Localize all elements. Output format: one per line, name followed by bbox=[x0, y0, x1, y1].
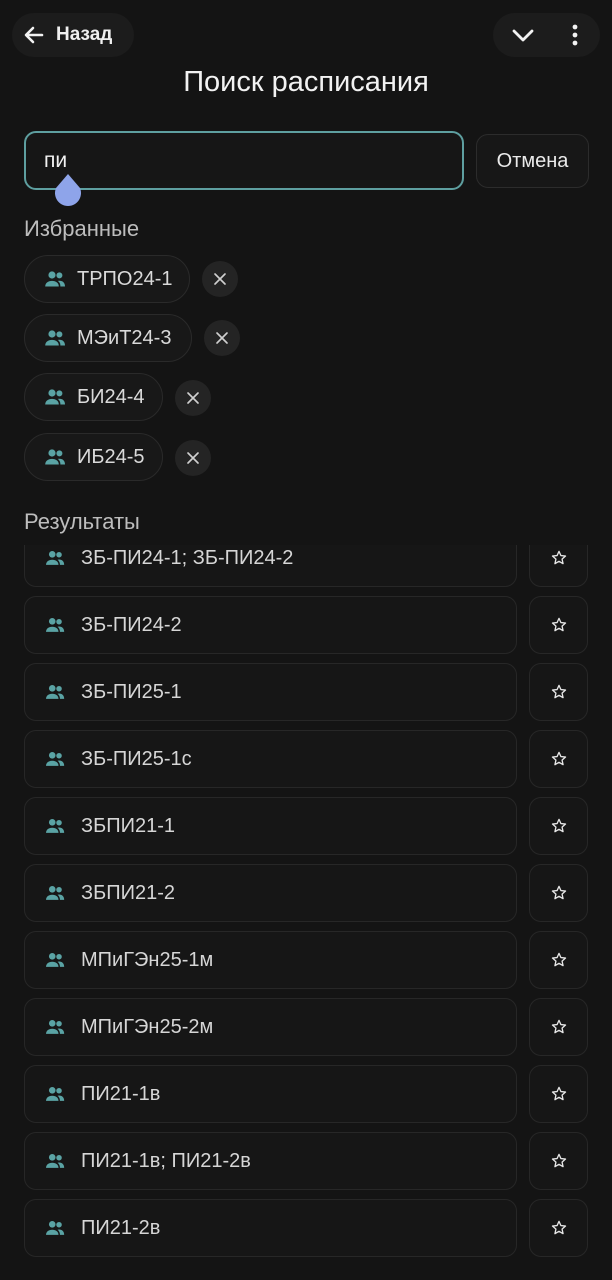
group-icon bbox=[43, 445, 67, 469]
remove-favorite-button[interactable] bbox=[202, 261, 238, 297]
text-caret-handle[interactable] bbox=[53, 172, 83, 210]
group-icon bbox=[44, 681, 66, 703]
star-icon bbox=[550, 750, 568, 768]
remove-favorite-button[interactable] bbox=[175, 380, 211, 416]
cancel-button[interactable]: Отмена bbox=[476, 134, 589, 188]
result-label: ПИ21-2в bbox=[81, 1216, 161, 1239]
result-row[interactable]: МПиГЭн25-1м bbox=[24, 931, 517, 989]
favorites-heading: Избранные bbox=[24, 216, 140, 241]
favorite-chip-label: МЭиТ24-3 bbox=[77, 326, 172, 349]
remove-favorite-button[interactable] bbox=[175, 440, 211, 476]
close-icon bbox=[210, 269, 230, 289]
close-icon bbox=[212, 328, 232, 348]
group-icon bbox=[44, 1150, 66, 1172]
group-icon bbox=[44, 614, 66, 636]
result-row[interactable]: ЗБ-ПИ24-1; ЗБ-ПИ24-2 bbox=[24, 545, 517, 587]
back-label: Назад bbox=[56, 24, 113, 45]
back-button[interactable]: Назад bbox=[12, 13, 134, 57]
remove-favorite-button[interactable] bbox=[204, 320, 240, 356]
close-icon bbox=[183, 388, 203, 408]
result-row[interactable]: МПиГЭн25-2м bbox=[24, 998, 517, 1056]
favorite-star-button[interactable] bbox=[529, 998, 588, 1056]
result-label: ЗБПИ21-2 bbox=[81, 881, 175, 904]
result-row[interactable]: ЗБПИ21-2 bbox=[24, 864, 517, 922]
close-icon bbox=[183, 448, 203, 468]
result-row[interactable]: ПИ21-2в bbox=[24, 1199, 517, 1257]
group-icon bbox=[44, 547, 66, 569]
star-icon bbox=[550, 549, 568, 567]
favorite-star-button[interactable] bbox=[529, 797, 588, 855]
page-title: Поиск расписания bbox=[183, 66, 429, 98]
favorite-star-button[interactable] bbox=[529, 864, 588, 922]
group-icon bbox=[43, 267, 67, 291]
star-icon bbox=[550, 817, 568, 835]
star-icon bbox=[550, 1152, 568, 1170]
favorite-star-button[interactable] bbox=[529, 596, 588, 654]
result-row[interactable]: ЗБПИ21-1 bbox=[24, 797, 517, 855]
search-input[interactable] bbox=[44, 147, 444, 175]
star-icon bbox=[550, 951, 568, 969]
star-icon bbox=[550, 884, 568, 902]
result-label: ЗБ-ПИ24-1; ЗБ-ПИ24-2 bbox=[81, 546, 294, 569]
favorite-chip-label: ТРПО24-1 bbox=[77, 267, 173, 290]
group-icon bbox=[44, 882, 66, 904]
result-row[interactable]: ЗБ-ПИ25-1с bbox=[24, 730, 517, 788]
group-icon bbox=[43, 326, 67, 350]
result-label: МПиГЭн25-1м bbox=[81, 948, 214, 971]
star-icon bbox=[550, 683, 568, 701]
favorite-star-button[interactable] bbox=[529, 663, 588, 721]
favorite-star-button[interactable] bbox=[529, 1065, 588, 1123]
result-row[interactable]: ЗБ-ПИ25-1 bbox=[24, 663, 517, 721]
favorite-star-button[interactable] bbox=[529, 545, 588, 587]
star-icon bbox=[550, 1085, 568, 1103]
favorite-star-button[interactable] bbox=[529, 931, 588, 989]
result-row[interactable]: ЗБ-ПИ24-2 bbox=[24, 596, 517, 654]
favorite-chip[interactable]: ИБ24-5 bbox=[24, 433, 163, 481]
more-vertical-icon[interactable] bbox=[563, 23, 587, 47]
arrow-left-icon bbox=[22, 23, 46, 47]
result-label: ЗБ-ПИ25-1 bbox=[81, 680, 182, 703]
group-icon bbox=[43, 385, 67, 409]
group-icon bbox=[44, 1016, 66, 1038]
result-label: ПИ21-1в bbox=[81, 1082, 161, 1105]
favorite-chip[interactable]: МЭиТ24-3 bbox=[24, 314, 192, 362]
favorite-chip-label: БИ24-4 bbox=[77, 385, 145, 408]
favorite-chip[interactable]: БИ24-4 bbox=[24, 373, 163, 421]
result-label: ЗБ-ПИ25-1с bbox=[81, 747, 192, 770]
favorite-star-button[interactable] bbox=[529, 730, 588, 788]
group-icon bbox=[44, 949, 66, 971]
chevron-down-icon[interactable] bbox=[510, 23, 536, 47]
result-label: МПиГЭн25-2м bbox=[81, 1015, 214, 1038]
results-heading: Результаты bbox=[24, 509, 140, 534]
search-field[interactable] bbox=[24, 131, 464, 190]
favorite-star-button[interactable] bbox=[529, 1132, 588, 1190]
star-icon bbox=[550, 1219, 568, 1237]
star-icon bbox=[550, 616, 568, 634]
result-label: ЗБПИ21-1 bbox=[81, 814, 175, 837]
group-icon bbox=[44, 815, 66, 837]
group-icon bbox=[44, 1083, 66, 1105]
header-actions bbox=[493, 13, 600, 57]
results-list[interactable]: ЗБ-ПИ24-1; ЗБ-ПИ24-2 ЗБ-ПИ24-2 ЗБ-ПИ25-1… bbox=[0, 545, 612, 1280]
group-icon bbox=[44, 748, 66, 770]
result-label: ПИ21-1в; ПИ21-2в bbox=[81, 1149, 251, 1172]
result-row[interactable]: ПИ21-1в bbox=[24, 1065, 517, 1123]
result-row[interactable]: ПИ21-1в; ПИ21-2в bbox=[24, 1132, 517, 1190]
result-label: ЗБ-ПИ24-2 bbox=[81, 613, 182, 636]
star-icon bbox=[550, 1018, 568, 1036]
favorite-star-button[interactable] bbox=[529, 1199, 588, 1257]
favorite-chip[interactable]: ТРПО24-1 bbox=[24, 255, 190, 303]
group-icon bbox=[44, 1217, 66, 1239]
favorite-chip-label: ИБ24-5 bbox=[77, 445, 145, 468]
